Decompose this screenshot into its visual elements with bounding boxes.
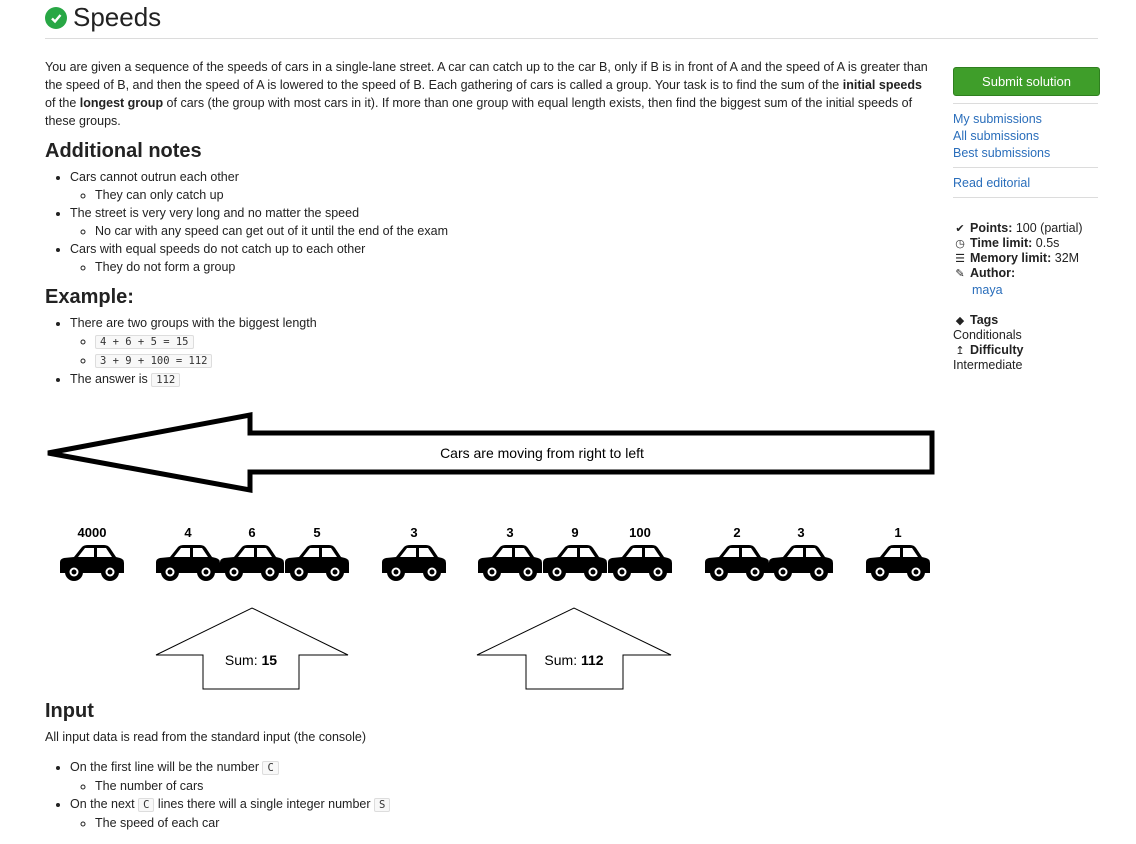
code-snippet: 3 + 9 + 100 = 112 bbox=[95, 354, 213, 368]
code-snippet: C bbox=[138, 798, 155, 812]
memory-limit-row: ☰ Memory limit: 32M bbox=[953, 251, 1079, 267]
car-speed-label: 3 bbox=[797, 525, 804, 540]
input-intro: All input data is read from the standard… bbox=[45, 730, 367, 744]
arrow-up-icon: ↥ bbox=[955, 345, 965, 357]
page-header: Speeds bbox=[45, 2, 161, 33]
sum-label-1: Sum: 15 bbox=[225, 652, 277, 668]
car-speed-label: 3 bbox=[506, 525, 513, 540]
list-item: 3 + 9 + 100 = 112 bbox=[95, 351, 935, 370]
list-item: The number of cars bbox=[95, 777, 935, 795]
car-speed-label: 3 bbox=[410, 525, 417, 540]
car-icon bbox=[769, 545, 833, 581]
code-snippet: C bbox=[262, 761, 279, 775]
input-section: Input All input data is read from the st… bbox=[45, 700, 935, 832]
difficulty-value: Intermediate bbox=[953, 358, 1023, 372]
sum-arrow-2 bbox=[476, 607, 672, 690]
car-icon bbox=[382, 545, 446, 581]
sidebar-divider bbox=[953, 167, 1098, 168]
car-speed-label: 2 bbox=[733, 525, 740, 540]
points-row: ✔ Points: 100 (partial) bbox=[953, 221, 1082, 237]
list-item: They can only catch up bbox=[95, 186, 935, 204]
tags-label: ◆ Tags bbox=[953, 313, 998, 329]
car-icon bbox=[285, 545, 349, 581]
title-divider bbox=[45, 38, 1098, 39]
sum-arrow-1 bbox=[155, 607, 349, 690]
code-snippet: S bbox=[374, 798, 391, 812]
sidebar-divider bbox=[953, 103, 1098, 104]
sidebar-divider bbox=[953, 197, 1098, 198]
car-speed-label: 1 bbox=[894, 525, 901, 540]
page-title: Speeds bbox=[73, 2, 162, 32]
code-snippet: 4 + 6 + 5 = 15 bbox=[95, 335, 194, 349]
clock-icon: ◷ bbox=[955, 238, 965, 250]
input-list: On the first line will be the number C T… bbox=[45, 758, 935, 832]
tag-icon: ◆ bbox=[955, 315, 965, 327]
list-item: The speed of each car bbox=[95, 814, 935, 832]
car-speed-label: 9 bbox=[571, 525, 578, 540]
best-submissions-link[interactable]: Best submissions bbox=[953, 146, 1050, 160]
code-snippet: 112 bbox=[151, 373, 181, 387]
example-heading: Example: bbox=[45, 286, 134, 308]
list-item: There are two groups with the biggest le… bbox=[70, 314, 935, 370]
car-icon bbox=[543, 545, 607, 581]
list-item: 4 + 6 + 5 = 15 bbox=[95, 332, 935, 351]
car-speed-label: 5 bbox=[313, 525, 320, 540]
server-icon: ☰ bbox=[955, 253, 965, 265]
submit-solution-button[interactable]: Submit solution bbox=[953, 67, 1100, 96]
problem-description: You are given a sequence of the speeds o… bbox=[45, 60, 928, 128]
all-submissions-link[interactable]: All submissions bbox=[953, 129, 1039, 143]
list-item: The street is very very long and no matt… bbox=[70, 204, 935, 240]
author-row: ✎ Author: bbox=[953, 266, 1015, 282]
difficulty-label: ↥ Difficulty bbox=[953, 343, 1023, 359]
problem-statement: You are given a sequence of the speeds o… bbox=[45, 58, 935, 389]
list-item: On the first line will be the number C T… bbox=[70, 758, 935, 795]
car-speed-label: 4000 bbox=[78, 525, 107, 540]
car-speed-label: 4 bbox=[184, 525, 192, 540]
car-speed-label: 100 bbox=[629, 525, 651, 540]
car-icon bbox=[866, 545, 930, 581]
time-limit-row: ◷ Time limit: 0.5s bbox=[953, 236, 1059, 252]
sum-label-2: Sum: 112 bbox=[544, 652, 603, 668]
notes-list: Cars cannot outrun each other They can o… bbox=[45, 168, 935, 276]
car-icon bbox=[478, 545, 542, 581]
arrow-label: Cars are moving from right to left bbox=[440, 445, 644, 461]
car-icon bbox=[60, 545, 124, 581]
input-heading: Input bbox=[45, 700, 94, 722]
car-icon bbox=[608, 545, 672, 581]
car-icon bbox=[220, 545, 284, 581]
car-icon bbox=[156, 545, 220, 581]
example-list: There are two groups with the biggest le… bbox=[45, 314, 935, 389]
check-circle-icon bbox=[45, 6, 67, 29]
list-item: On the next C lines there will a single … bbox=[70, 795, 935, 832]
notes-heading: Additional notes bbox=[45, 140, 202, 162]
list-item: The answer is 112 bbox=[70, 370, 935, 389]
car-speed-label: 6 bbox=[248, 525, 255, 540]
list-item: They do not form a group bbox=[95, 258, 935, 276]
list-item: Cars with equal speeds do not catch up t… bbox=[70, 240, 935, 276]
my-submissions-link[interactable]: My submissions bbox=[953, 112, 1042, 126]
author-link[interactable]: maya bbox=[972, 283, 1003, 297]
edit-icon: ✎ bbox=[955, 268, 965, 280]
car-icon bbox=[705, 545, 769, 581]
list-item: No car with any speed can get out of it … bbox=[95, 222, 935, 240]
cars-diagram: Cars are moving from right to left 4000 4… bbox=[47, 411, 935, 690]
tags-value: Conditionals bbox=[953, 328, 1022, 342]
read-editorial-link[interactable]: Read editorial bbox=[953, 176, 1030, 190]
check-icon: ✔ bbox=[955, 223, 965, 235]
list-item: Cars cannot outrun each other They can o… bbox=[70, 168, 935, 204]
